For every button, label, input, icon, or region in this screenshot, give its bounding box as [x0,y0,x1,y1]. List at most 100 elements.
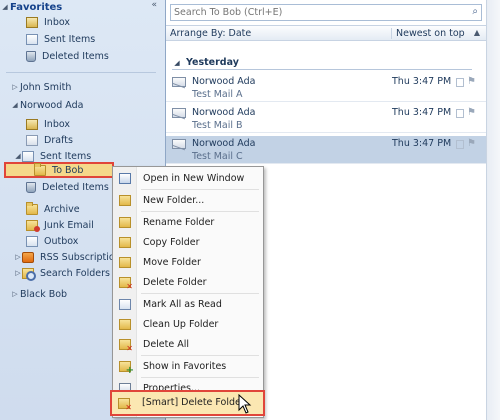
search-box[interactable]: ⌕ [170,4,482,21]
menu-separator [141,355,259,356]
folder-drafts[interactable]: Drafts [26,132,73,148]
folder-label: Inbox [44,118,70,130]
favorites-icon [119,361,134,376]
flag-icon[interactable]: ⚑ [467,138,476,149]
smart-delete-icon [118,398,132,412]
category-icon[interactable] [456,109,464,118]
arrange-by-button[interactable]: Arrange By: Date [166,27,392,39]
search-input[interactable] [174,7,464,18]
mail-date: Thu 3:47 PM [392,76,452,87]
expand-triangle-icon[interactable]: ▷ [10,290,20,298]
search-icon[interactable]: ⌕ [472,6,478,17]
clean-up-icon [119,319,131,330]
folder-label: Archive [44,203,80,215]
envelope-icon [172,139,186,149]
menu-item-move-folder[interactable]: Move Folder [115,254,261,272]
group-header-yesterday[interactable]: ◢ Yesterday [172,56,472,70]
collapse-triangle-icon[interactable]: ◢ [14,152,22,160]
deleted-items-icon [26,50,36,62]
outbox-icon [26,235,38,247]
sort-up-icon[interactable]: ▲ [474,28,480,37]
account-black-bob[interactable]: ▷ Black Bob [10,286,67,302]
mouse-cursor-icon [238,394,252,414]
menu-item-label: Delete All [143,339,190,350]
collapse-triangle-icon[interactable]: ◢ [0,3,10,11]
mail-row[interactable]: Norwood Ada Thu 3:47 PM Test Mail B ⚑ [166,105,486,133]
folder-outbox[interactable]: Outbox [26,233,78,249]
folder-rss-subscriptions[interactable]: ▷ RSS Subscriptio [14,249,115,265]
account-label: John Smith [20,81,72,93]
menu-item-label: [Smart] Delete Folder [142,397,245,408]
folder-junk-email[interactable]: Junk Email [26,217,94,233]
folder-search-folders[interactable]: ▷ Search Folders [14,265,110,281]
folder-deleted-items[interactable]: Deleted Items [26,179,109,195]
account-john-smith[interactable]: ▷ John Smith [10,79,71,95]
menu-item-open-new-window[interactable]: Open in New Window [115,170,261,188]
mail-subject: Test Mail C [192,151,243,162]
folder-label: Deleted Items [42,50,109,62]
menu-item-copy-folder[interactable]: Copy Folder [115,234,261,252]
mail-from: Norwood Ada [192,138,256,149]
folder-inbox[interactable]: Inbox [26,116,70,132]
favorites-item-deleted-items[interactable]: Deleted Items [26,48,109,64]
menu-item-label: Mark All as Read [143,299,222,310]
account-norwood-ada[interactable]: ◢ Norwood Ada [10,97,83,113]
expand-triangle-icon[interactable]: ▷ [14,253,22,261]
inbox-icon [26,118,38,130]
menu-item-new-folder[interactable]: New Folder... [115,192,261,210]
group-label: Yesterday [186,57,239,68]
menu-item-label: Open in New Window [143,173,245,184]
sort-order-button[interactable]: Newest on top [392,28,465,39]
mail-row-selected[interactable]: Norwood Ada Thu 3:47 PM Test Mail C ⚑ [166,136,486,164]
menu-item-mark-all-read[interactable]: Mark All as Read [115,296,261,314]
favorites-item-inbox[interactable]: Inbox [26,14,70,30]
menu-item-label: Copy Folder [143,237,200,248]
favorites-header[interactable]: ◢ Favorites « [0,0,165,14]
menu-item-delete-all[interactable]: Delete All [115,336,261,354]
collapse-triangle-icon[interactable]: ◢ [172,59,182,67]
mail-subject: Test Mail A [192,89,243,100]
menu-item-label: Rename Folder [143,217,215,228]
move-folder-icon [119,257,131,268]
menu-item-clean-up-folder[interactable]: Clean Up Folder [115,316,261,334]
minimize-pane-icon[interactable]: « [151,0,157,10]
inbox-icon [26,16,38,28]
envelope-icon [172,108,186,118]
menu-separator [141,377,259,378]
favorites-label: Favorites [10,1,63,13]
category-icon[interactable] [456,140,464,149]
flag-icon[interactable]: ⚑ [467,107,476,118]
mail-row[interactable]: Norwood Ada Thu 3:47 PM Test Mail A ⚑ [166,74,486,102]
rss-icon [22,251,34,263]
favorites-item-sent-items[interactable]: Sent Items [26,31,95,47]
mail-subject: Test Mail B [192,120,243,131]
folder-label: Deleted Items [42,181,109,193]
mail-date: Thu 3:47 PM [392,138,452,149]
sent-items-icon [22,150,34,162]
category-icon[interactable] [456,78,464,87]
flag-icon[interactable]: ⚑ [467,76,476,87]
mail-from: Norwood Ada [192,107,256,118]
folder-archive[interactable]: Archive [26,201,80,217]
menu-separator [141,211,259,212]
copy-folder-icon [119,237,131,248]
folder-label: Sent Items [40,150,92,162]
mail-date: Thu 3:47 PM [392,107,452,118]
folder-label: Inbox [44,16,70,28]
menu-item-show-in-favorites[interactable]: Show in Favorites [115,358,261,376]
account-label: Norwood Ada [20,99,84,111]
pane-separator [6,72,156,73]
folder-to-bob[interactable]: To Bob [34,162,83,178]
expand-triangle-icon[interactable]: ▷ [14,269,22,277]
menu-item-rename-folder[interactable]: Rename Folder [115,214,261,232]
delete-folder-icon [119,277,133,291]
menu-item-delete-folder[interactable]: Delete Folder [115,274,261,292]
collapse-triangle-icon[interactable]: ◢ [10,101,20,109]
folder-label: Drafts [44,134,73,146]
folder-label: Search Folders [40,267,110,279]
account-label: Black Bob [20,288,68,300]
expand-triangle-icon[interactable]: ▷ [10,83,20,91]
folder-label: To Bob [52,164,84,176]
mail-list-scrollbar[interactable] [486,0,500,420]
folder-label: Outbox [44,235,79,247]
